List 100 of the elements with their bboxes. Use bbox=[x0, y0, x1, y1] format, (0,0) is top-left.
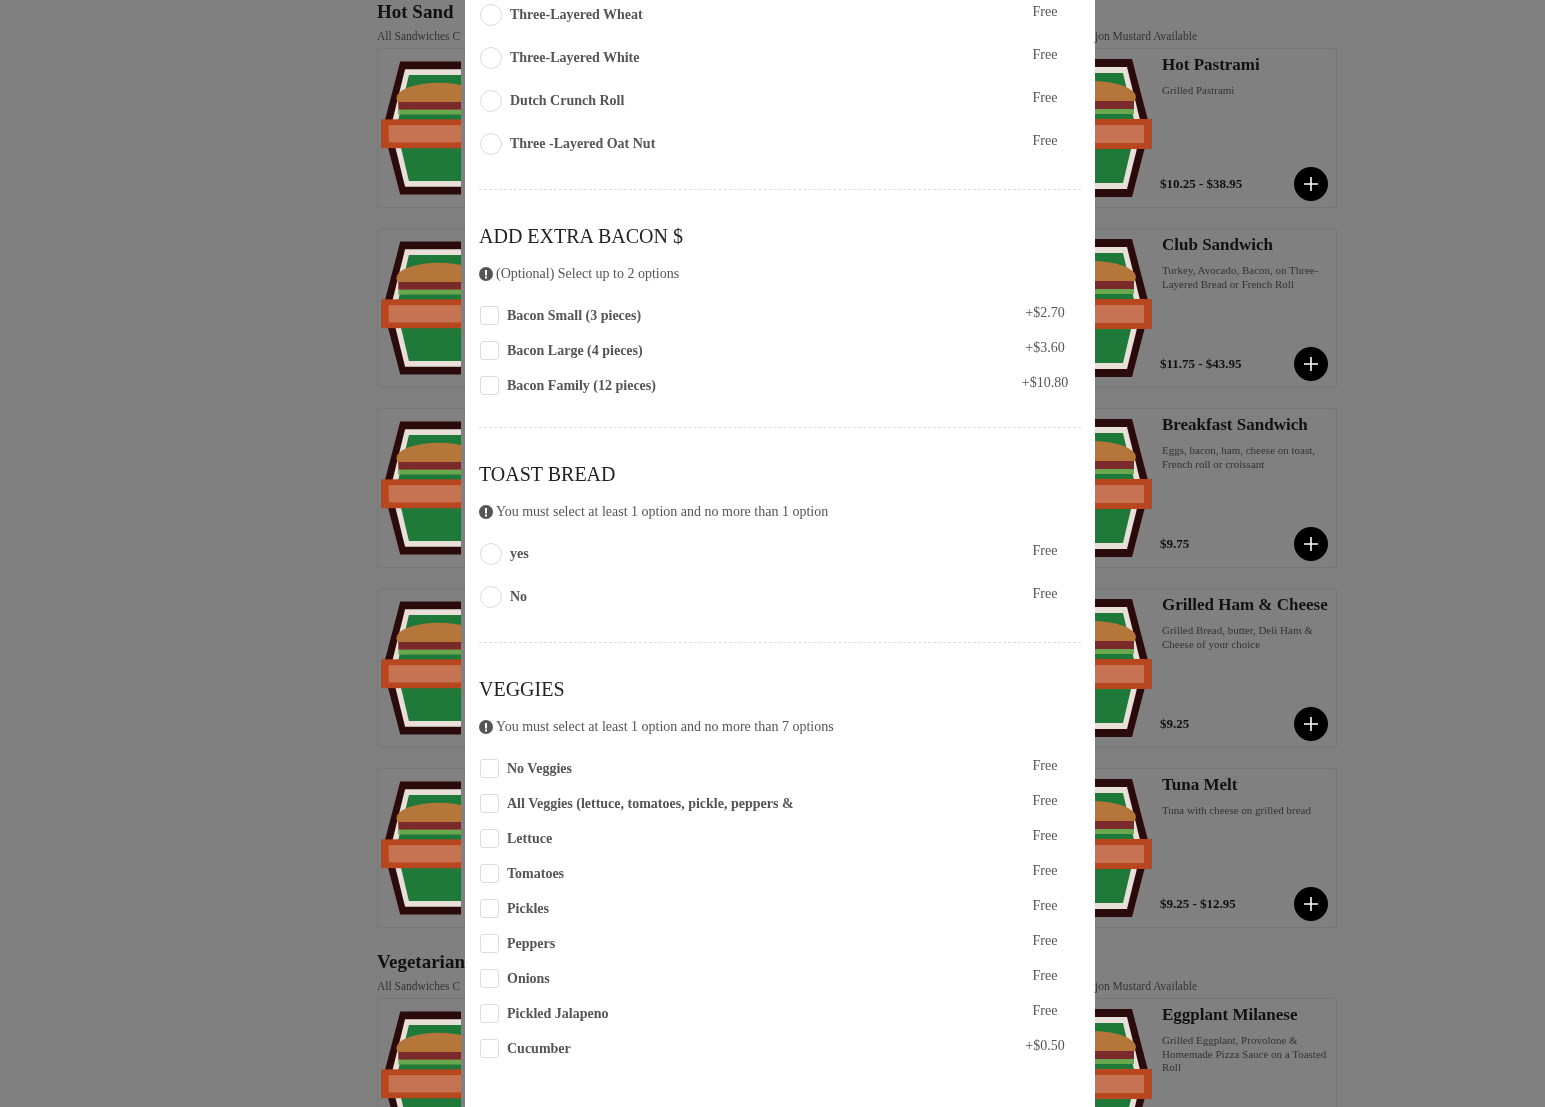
section-subtitle: All Sandwiches C bbox=[377, 979, 462, 994]
group-heading: TOAST BREAD bbox=[479, 462, 617, 486]
option-label: Lettuce bbox=[507, 830, 554, 848]
radio-button[interactable] bbox=[480, 542, 502, 565]
item-description: Eggs, bacon, ham, cheese on toast, French roll or croissant bbox=[1162, 444, 1317, 471]
checkbox[interactable] bbox=[480, 306, 499, 325]
option-price: Free bbox=[1031, 542, 1059, 560]
option-price: Free bbox=[1031, 967, 1059, 985]
add-button[interactable] bbox=[1294, 347, 1328, 381]
menu-card[interactable]: Eggplant Milanese Grilled Eggplant, Provolone & Homemade Pizza Sauce on a Toasted Roll bbox=[1095, 998, 1337, 1107]
option-price: +$2.70 bbox=[1024, 304, 1066, 322]
option-price: +$3.60 bbox=[1024, 339, 1066, 357]
add-button[interactable] bbox=[1294, 167, 1328, 201]
option-price: Free bbox=[1031, 757, 1059, 775]
option-price: +$0.50 bbox=[1024, 1037, 1066, 1055]
checkbox[interactable] bbox=[480, 341, 499, 360]
item-name: Eggplant Milanese bbox=[1162, 1005, 1299, 1024]
group-heading: ADD EXTRA BACON $ bbox=[479, 224, 684, 248]
option-label: Pickles bbox=[507, 900, 550, 918]
checkbox[interactable] bbox=[480, 829, 499, 848]
item-name: Grilled Ham & Cheese bbox=[1162, 595, 1328, 614]
item-description: Grilled Pastrami bbox=[1162, 84, 1236, 98]
requirement-note: You must select at least 1 option and no more than 7 options bbox=[496, 718, 834, 736]
checkbox[interactable] bbox=[480, 864, 499, 883]
item-description: Tuna with cheese on grilled bread bbox=[1162, 804, 1312, 818]
section-heading: Vegetarian bbox=[377, 950, 465, 974]
option-label: Tomatoes bbox=[507, 865, 566, 883]
item-description: Grilled Eggplant, Provolone & Homemade Pizza Sauce on a Toasted Roll bbox=[1162, 1034, 1328, 1075]
radio-button[interactable] bbox=[480, 3, 502, 26]
radio-button[interactable] bbox=[480, 46, 502, 69]
item-name: Tuna Melt bbox=[1162, 775, 1239, 794]
option-price: Free bbox=[1031, 897, 1059, 915]
section-subtitle: jon Mustard Available bbox=[1095, 979, 1198, 995]
option-label: Bacon Family (12 pieces) bbox=[507, 377, 657, 395]
checkbox[interactable] bbox=[480, 794, 499, 813]
option-label: Dutch Crunch Roll bbox=[510, 92, 626, 110]
option-price: Free bbox=[1031, 792, 1059, 810]
menu-card[interactable]: Grilled Ham & Cheese Grilled Bread, butter, Deli Ham & Cheese of your choice $9.25 bbox=[1095, 588, 1337, 748]
option-price: Free bbox=[1031, 827, 1059, 845]
option-price: Free bbox=[1031, 862, 1059, 880]
section-subtitle: jon Mustard Available bbox=[1095, 29, 1198, 45]
exclamation-icon bbox=[479, 505, 493, 519]
option-price: Free bbox=[1031, 89, 1059, 107]
menu-card[interactable]: Tuna Melt Tuna with cheese on grilled bread $9.25 - $12.95 bbox=[1095, 768, 1337, 928]
option-price: Free bbox=[1031, 585, 1059, 603]
add-button[interactable] bbox=[1294, 527, 1328, 561]
option-price: +$10.80 bbox=[1020, 374, 1070, 392]
option-label: Bacon Large (4 pieces) bbox=[507, 342, 644, 360]
checkbox[interactable] bbox=[480, 759, 499, 778]
option-label: Three-Layered White bbox=[510, 49, 641, 67]
item-name: Hot Pastrami bbox=[1162, 55, 1261, 74]
section-heading: Hot Sand bbox=[377, 0, 455, 24]
option-price: Free bbox=[1031, 132, 1059, 150]
radio-button[interactable] bbox=[480, 585, 502, 608]
menu-card[interactable]: Club Sandwich Turkey, Avocado, Bacon, on Three-Layered Bread or French Roll $11.75 - $43.95 bbox=[1095, 228, 1337, 388]
option-label: Onions bbox=[507, 970, 551, 988]
checkbox[interactable] bbox=[480, 934, 499, 953]
item-name: Breakfast Sandwich bbox=[1162, 415, 1309, 434]
menu-card[interactable]: Hot Pastrami Grilled Pastrami $10.25 - $38.95 bbox=[1095, 48, 1337, 208]
option-price: Free bbox=[1031, 46, 1059, 64]
requirement-note: You must select at least 1 option and no more than 1 option bbox=[496, 503, 829, 521]
item-description: Turkey, Avocado, Bacon, on Three-Layered Bread or French Roll bbox=[1162, 264, 1320, 291]
add-button[interactable] bbox=[1294, 887, 1328, 921]
item-price: $9.25 - $12.95 bbox=[1160, 895, 1236, 914]
item-price: $9.75 bbox=[1160, 535, 1190, 554]
exclamation-icon bbox=[479, 267, 493, 281]
option-label: No Veggies bbox=[507, 760, 573, 778]
radio-button[interactable] bbox=[480, 89, 502, 112]
checkbox[interactable] bbox=[480, 1004, 499, 1023]
item-price: $9.25 bbox=[1160, 715, 1190, 734]
option-label: No bbox=[510, 588, 529, 606]
section-subtitle: All Sandwiches C bbox=[377, 29, 462, 44]
item-price: $11.75 - $43.95 bbox=[1160, 355, 1242, 374]
option-label: All Veggies (lettuce, tomatoes, pickle, peppers & bbox=[507, 795, 795, 813]
radio-button[interactable] bbox=[480, 132, 502, 155]
option-label: Bacon Small (3 pieces) bbox=[507, 307, 643, 325]
option-label: Cucumber bbox=[507, 1040, 572, 1058]
option-label: Pickled Jalapeno bbox=[507, 1005, 610, 1023]
checkbox[interactable] bbox=[480, 899, 499, 918]
add-button[interactable] bbox=[1294, 707, 1328, 741]
plus-icon bbox=[1303, 896, 1319, 912]
item-description: Grilled Bread, butter, Deli Ham & Cheese of your choice bbox=[1162, 624, 1314, 651]
plus-icon bbox=[1303, 176, 1319, 192]
menu-card[interactable]: Breakfast Sandwich Eggs, bacon, ham, cheese on toast, French roll or croissant $9.75 bbox=[1095, 408, 1337, 568]
item-price: $10.25 - $38.95 bbox=[1160, 175, 1243, 194]
option-price: Free bbox=[1031, 1002, 1059, 1020]
option-label: Peppers bbox=[507, 935, 557, 953]
checkbox[interactable] bbox=[480, 376, 499, 395]
option-price: Free bbox=[1031, 3, 1059, 21]
checkbox[interactable] bbox=[480, 1039, 499, 1058]
option-label: yes bbox=[510, 545, 530, 563]
checkbox[interactable] bbox=[480, 969, 499, 988]
exclamation-icon bbox=[479, 720, 493, 734]
plus-icon bbox=[1303, 356, 1319, 372]
plus-icon bbox=[1303, 536, 1319, 552]
option-label: Three -Layered Oat Nut bbox=[510, 135, 657, 153]
option-price: Free bbox=[1031, 932, 1059, 950]
option-label: Three-Layered Wheat bbox=[510, 6, 644, 24]
item-name: Club Sandwich bbox=[1162, 235, 1275, 254]
requirement-note: (Optional) Select up to 2 options bbox=[496, 265, 680, 283]
